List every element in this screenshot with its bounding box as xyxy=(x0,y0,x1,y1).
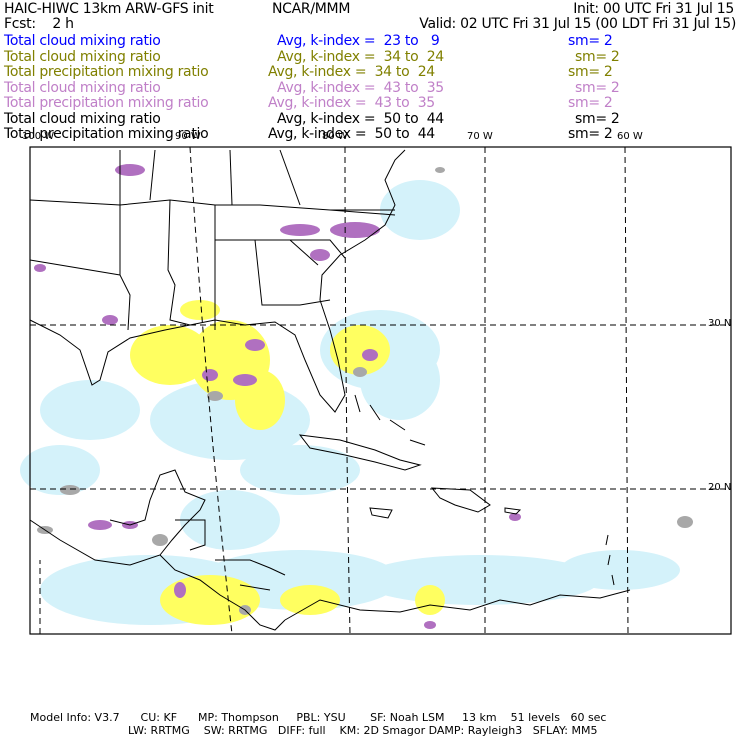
cloud-mixing-area xyxy=(415,585,445,615)
lat-label-20n: 20 N xyxy=(708,482,732,493)
lon-label-90w: 90 W xyxy=(175,131,201,142)
lon-label-70w: 70 W xyxy=(467,131,493,142)
lat-label-30n: 30 N xyxy=(708,318,732,329)
precip-mixing-area xyxy=(34,264,46,272)
high-mixing-area xyxy=(435,167,445,173)
lon-label-100w: 100 W xyxy=(22,131,55,142)
forecast-map-page: HAIC-HIWC 13km ARW-GFS init NCAR/MMM Ini… xyxy=(0,0,740,740)
precip-mixing-area xyxy=(88,520,112,530)
lon-label-60w: 60 W xyxy=(617,131,643,142)
cloud-mixing-area xyxy=(180,300,220,320)
lon-label-80w: 80 W xyxy=(322,131,348,142)
model-info-line-2: LW: RRTMG SW: RRTMG DIFF: full KM: 2D Sm… xyxy=(128,724,598,737)
precip-mixing-area xyxy=(174,582,186,598)
light-cloud-area xyxy=(560,550,680,590)
precip-mixing-area xyxy=(102,315,118,325)
high-mixing-area xyxy=(60,485,80,495)
light-cloud-area xyxy=(40,380,140,440)
precip-mixing-area xyxy=(245,339,265,351)
precip-mixing-area xyxy=(362,349,378,361)
precip-mixing-area xyxy=(202,369,218,381)
high-mixing-area xyxy=(152,534,168,546)
precip-mixing-area xyxy=(280,224,320,236)
light-cloud-area xyxy=(20,445,100,495)
precip-mixing-area xyxy=(310,249,330,261)
cloud-mixing-area xyxy=(160,575,260,625)
precip-mixing-area xyxy=(330,222,380,238)
high-mixing-area xyxy=(353,367,367,377)
precip-mixing-area xyxy=(424,621,436,629)
cloud-mixing-area xyxy=(280,585,340,615)
precip-mixing-area xyxy=(233,374,257,386)
map xyxy=(20,146,732,635)
light-cloud-area xyxy=(240,445,360,495)
light-cloud-area xyxy=(360,555,600,605)
high-mixing-area xyxy=(207,391,223,401)
high-mixing-area xyxy=(677,516,693,528)
model-info-line-1: Model Info: V3.7 CU: KF MP: Thompson PBL… xyxy=(30,711,607,724)
